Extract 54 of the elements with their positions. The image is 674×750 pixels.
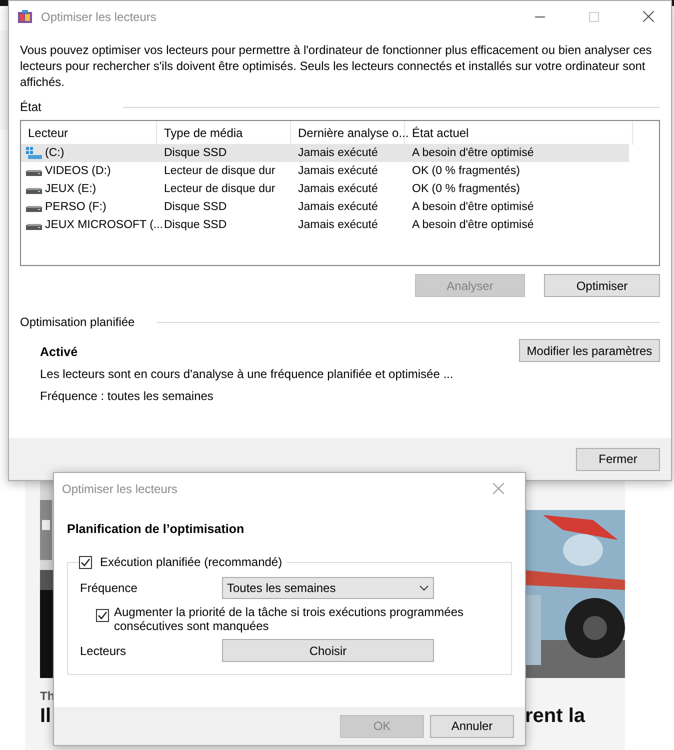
drive-row[interactable]: VIDEOS (D:) Lecteur de disque dur Jamais exécuté OK (0 % fragmentés) bbox=[21, 162, 629, 180]
close-icon bbox=[492, 483, 504, 494]
drive-row[interactable]: JEUX MICROSOFT (...Disque SSD Jamais exécuté A besoin d'être optimisé bbox=[21, 216, 629, 234]
group-label: Optimisation planifiée bbox=[20, 315, 135, 329]
checkbox[interactable] bbox=[79, 556, 92, 568]
table-cell-text: A besoin d'être optimisé bbox=[411, 147, 535, 159]
table-cell: (C:) bbox=[45, 147, 64, 159]
table-cell: JEUX (E:) bbox=[45, 183, 96, 195]
choose-button[interactable]: Choisir bbox=[222, 639, 434, 662]
dialog-button[interactable]: Annuler bbox=[430, 714, 514, 738]
description-text: Vous pouvez optimiser vos lecteurs pour permettre à l'ordinateur de fonctionner plus efficacement ou bien analyser ces lecteurs pour rechercher s'ils doivent être optimisés. Seuls les lecteurs connectés et installés sur votre ordinateur sont affichés. bbox=[20, 42, 653, 90]
table-cell-text: Jamais exécuté bbox=[297, 147, 379, 159]
frequency-dropdown[interactable]: Toutes les semaines bbox=[222, 577, 434, 599]
group-label: État bbox=[20, 100, 42, 114]
close-dialog-button[interactable]: Fermer bbox=[576, 448, 660, 470]
table-cell: VIDEOS (D:) bbox=[45, 165, 111, 177]
table-cell-text: A besoin d'être optimisé bbox=[411, 219, 535, 231]
table-cell-text: OK (0 % fragmentés) bbox=[411, 165, 522, 177]
checkbox[interactable] bbox=[96, 609, 109, 622]
drive-row[interactable]: (C:) Disque SSD Jamais exécuté A besoin d'être optimisé bbox=[21, 144, 629, 162]
schedule-description: Les lecteurs sont en cours d'analyse à une fréquence planifiée et optimisée ... bbox=[40, 367, 454, 381]
settings-button[interactable]: Modifier les paramètres bbox=[519, 339, 660, 362]
maximize-icon bbox=[589, 12, 599, 22]
table-cell: JEUX MICROSOFT (... bbox=[45, 219, 163, 231]
table-cell-text: Lecteur de disque dur bbox=[163, 165, 276, 177]
app-icon bbox=[17, 8, 33, 24]
drive-row[interactable]: JEUX (E:) Lecteur de disque dur Jamais exécuté OK (0 % fragmentés) bbox=[21, 180, 629, 198]
table-cell-text: Lecteur de disque dur bbox=[163, 183, 276, 195]
field-label: Fréquence bbox=[80, 581, 138, 595]
table-cell-text: Jamais exécuté bbox=[297, 219, 379, 231]
checkbox-label: Augmenter la priorité de la tâche si trois exécutions programmées consécutives sont manquées bbox=[114, 605, 464, 633]
system-drive-icon bbox=[26, 147, 42, 159]
table-cell-text: Disque SSD bbox=[163, 147, 228, 159]
table-cell-text: Disque SSD bbox=[163, 201, 228, 213]
table-cell-text: Jamais exécuté bbox=[297, 165, 379, 177]
table-cell-text: OK (0 % fragmentés) bbox=[411, 183, 522, 195]
status-text: Activé bbox=[40, 345, 79, 359]
field-label: Lecteurs bbox=[80, 644, 128, 658]
table-cell-text: Jamais exécuté bbox=[297, 183, 379, 195]
table-cell: PERSO (F:) bbox=[45, 201, 106, 213]
action-button[interactable]: Optimiser bbox=[544, 274, 660, 297]
drive-row[interactable]: PERSO (F:) Disque SSD Jamais exécuté A besoin d'être optimisé bbox=[21, 198, 629, 216]
window-title: Optimiser les lecteurs bbox=[62, 482, 178, 496]
window-title: Optimiser les lecteurs bbox=[41, 10, 158, 24]
checkbox-label: Exécution planifiée (recommandé) bbox=[100, 555, 282, 569]
table-cell-text: Disque SSD bbox=[163, 219, 228, 231]
table-cell-text: A besoin d'être optimisé bbox=[411, 201, 535, 213]
headline-text: rent la bbox=[525, 706, 586, 726]
chevron-down-icon bbox=[419, 585, 429, 591]
close-icon bbox=[642, 11, 654, 22]
frequency-text: Fréquence : toutes les semaines bbox=[40, 389, 214, 403]
headline-text: Il bbox=[40, 706, 52, 726]
dialog-heading: Planification de l’optimisation bbox=[67, 522, 246, 536]
table-cell-text: Jamais exécuté bbox=[297, 201, 379, 213]
